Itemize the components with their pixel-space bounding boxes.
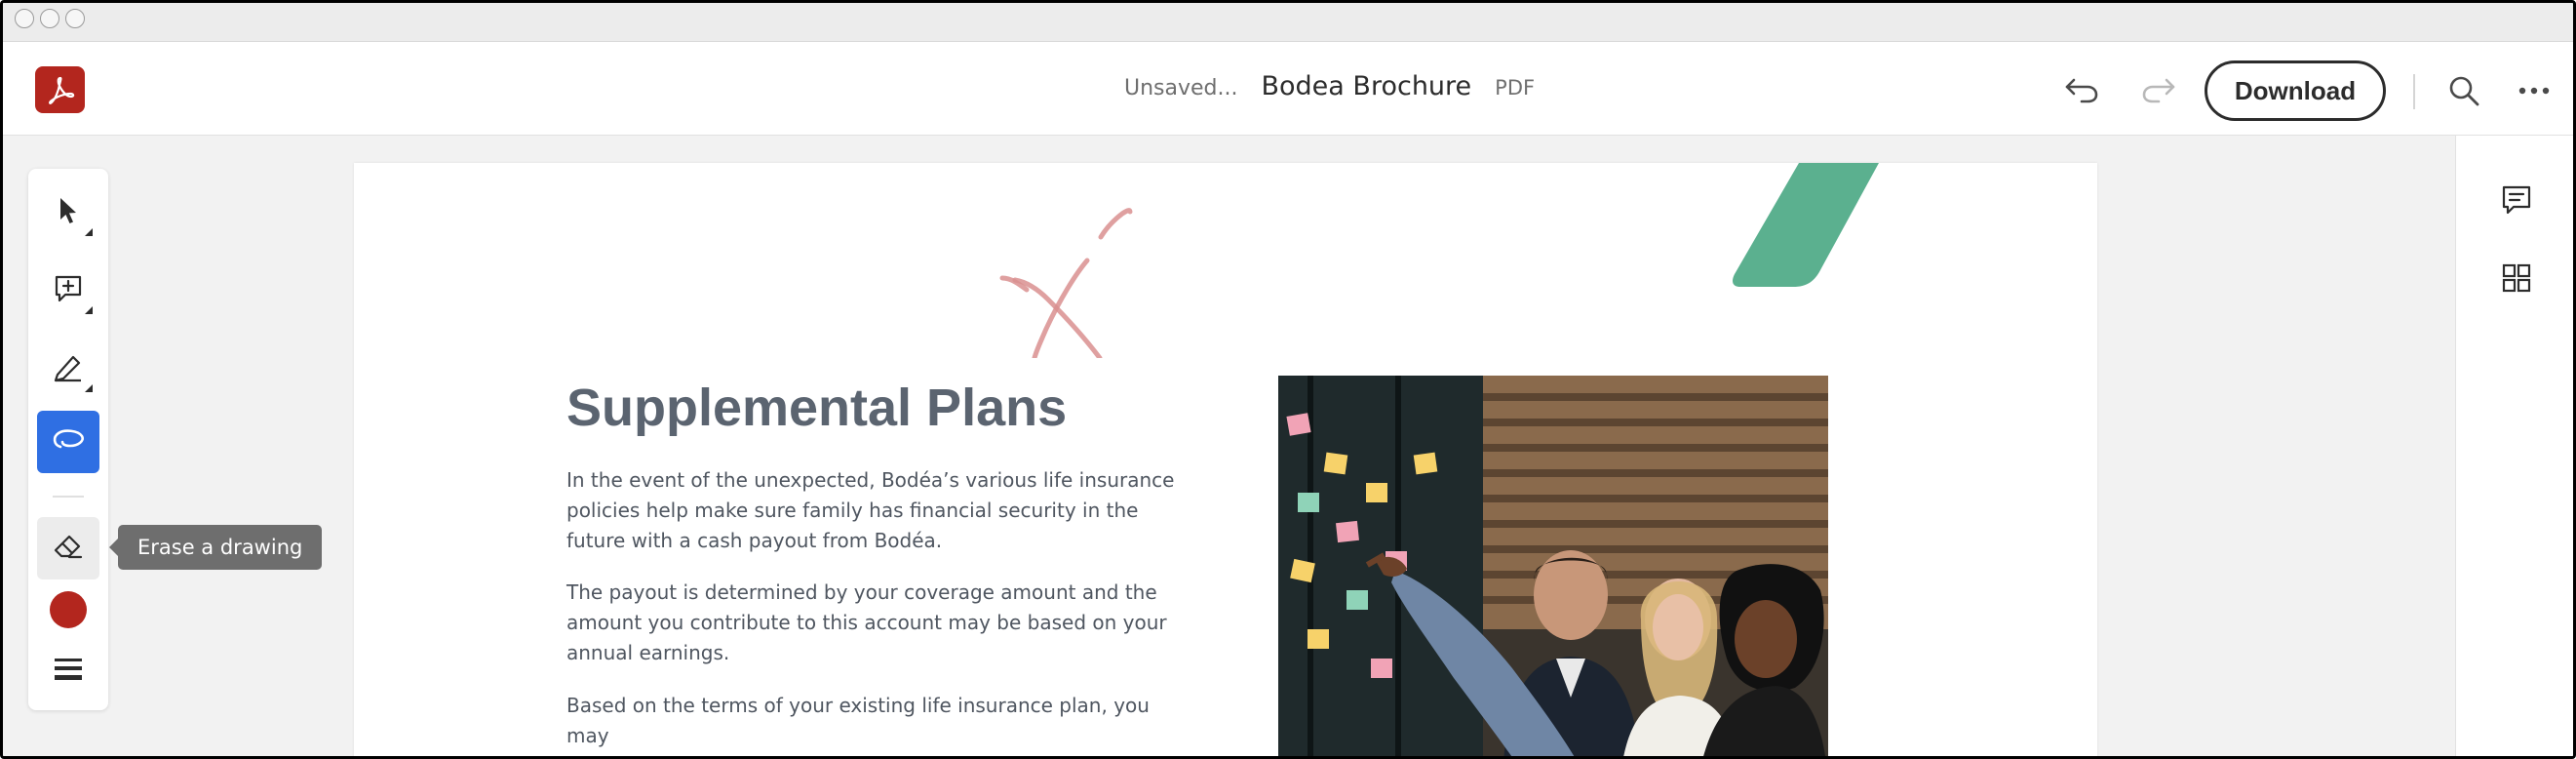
adobe-acrobat-icon[interactable] [35, 66, 85, 113]
submenu-indicator [85, 306, 93, 314]
paragraph-line: future with a cash payout from Bodéa. [566, 529, 943, 552]
pdf-page[interactable]: Supplemental Plans In the event of the u… [354, 163, 2097, 756]
minimize-window-button[interactable] [40, 9, 59, 28]
lines-icon [54, 657, 83, 686]
title-bar [3, 3, 2573, 42]
arrow-cursor-icon [54, 195, 83, 230]
ink-drawing[interactable] [997, 192, 1173, 358]
paragraph-line: amount you contribute to this account ma… [566, 611, 1167, 634]
eraser-tool-button[interactable] [37, 517, 99, 579]
paragraph-line: In the event of the unexpected, Bodéa’s … [566, 468, 1175, 492]
color-picker-button[interactable] [37, 580, 99, 643]
app-window: Unsaved... Bodea Brochure PDF Download S… [0, 0, 2576, 759]
paragraph-line: policies help make sure family has finan… [566, 499, 1139, 522]
document-title-group: Unsaved... Bodea Brochure PDF [1124, 71, 1535, 110]
lasso-icon [51, 425, 86, 459]
paragraph-2: The payout is determined by your coverag… [566, 578, 1190, 668]
close-window-button[interactable] [15, 9, 34, 28]
office-team-photo [1278, 376, 1828, 756]
zoom-window-button[interactable] [65, 9, 85, 28]
save-status: Unsaved... [1124, 76, 1238, 100]
highlight-tool-button[interactable] [37, 338, 99, 400]
comment-plus-icon [53, 273, 84, 308]
comment-icon[interactable] [2495, 179, 2538, 221]
document-heading: Supplemental Plans [566, 379, 1068, 437]
draw-tool-button[interactable] [37, 411, 99, 473]
select-tool-button[interactable] [37, 181, 99, 244]
add-comment-tool-button[interactable] [37, 260, 99, 322]
paragraph-3: Based on the terms of your existing life… [566, 691, 1190, 756]
undo-icon[interactable] [2060, 69, 2103, 112]
download-button[interactable]: Download [2205, 60, 2386, 121]
app-header: Unsaved... Bodea Brochure PDF Download [3, 42, 2573, 136]
document-name[interactable]: Bodea Brochure [1262, 71, 1472, 101]
redo-icon[interactable] [2137, 69, 2180, 112]
eraser-tooltip: Erase a drawing [108, 525, 323, 570]
decorative-accent-shape [1733, 163, 1879, 287]
more-icon[interactable] [2513, 69, 2556, 112]
paragraph-line: The payout is determined by your coverag… [566, 580, 1157, 604]
paragraph-line: annual earnings. [566, 641, 730, 664]
annotation-toolbar [28, 169, 108, 710]
header-divider [2413, 74, 2415, 109]
right-rail [2455, 136, 2573, 756]
document-type: PDF [1495, 76, 1536, 100]
paragraph-1: In the event of the unexpected, Bodéa’s … [566, 465, 1190, 556]
paragraph-line: Based on the terms of your existing life… [566, 694, 1150, 747]
paragraph-line: qualify to add on a supplemental benefit… [566, 751, 1190, 756]
search-icon[interactable] [2442, 69, 2485, 112]
submenu-indicator [85, 384, 93, 392]
color-swatch [49, 590, 88, 633]
submenu-indicator [85, 228, 93, 236]
toolbar-divider [53, 496, 84, 498]
pen-icon [52, 351, 85, 386]
document-workspace[interactable]: Supplemental Plans In the event of the u… [3, 136, 2455, 756]
grid-icon[interactable] [2495, 257, 2538, 300]
stroke-width-button[interactable] [37, 640, 99, 702]
eraser-icon [52, 531, 85, 566]
